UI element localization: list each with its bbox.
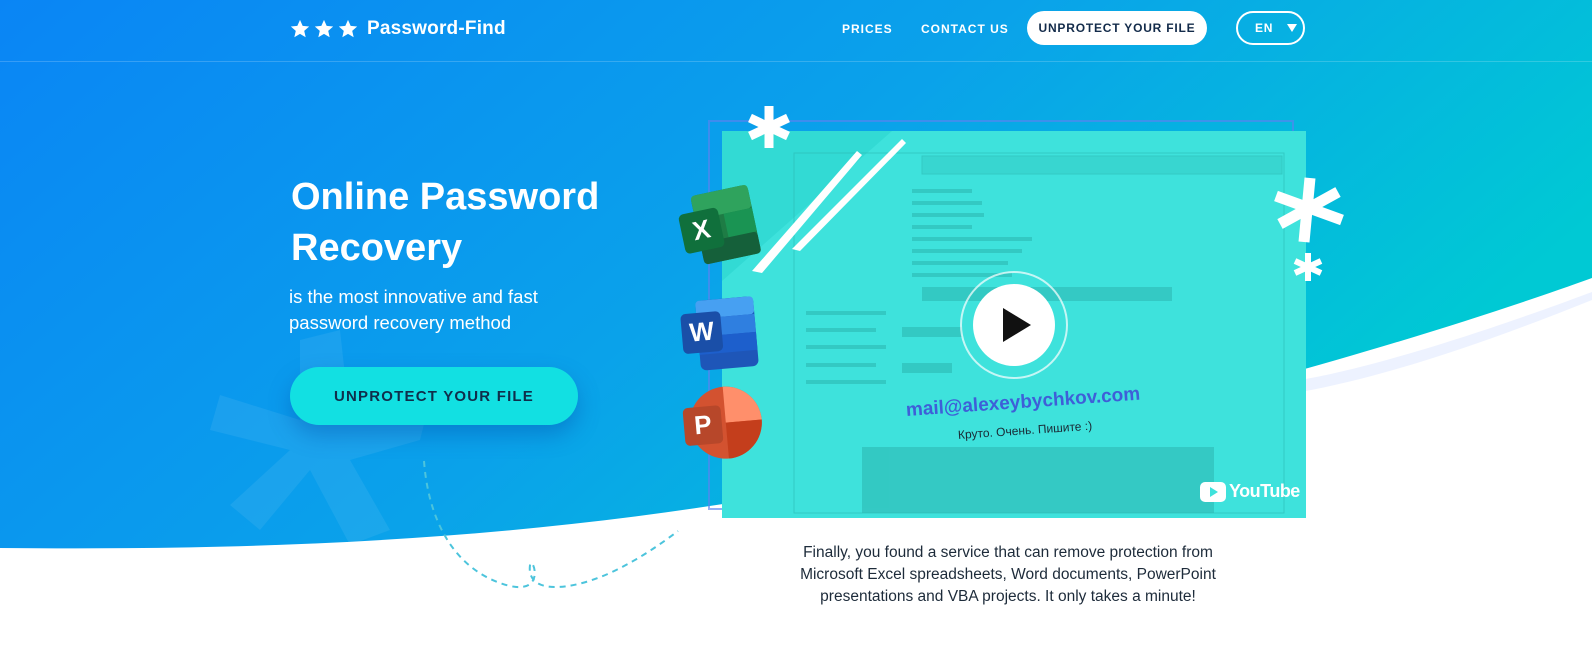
asterisk-decoration <box>1293 253 1323 281</box>
service-tagline: Finally, you found a service that can re… <box>800 544 1216 605</box>
asterisk-decoration <box>748 106 790 148</box>
logo-text: Password-Find <box>367 18 506 39</box>
youtube-label: YouTube <box>1229 481 1300 501</box>
logo-stars <box>289 18 359 40</box>
language-selector[interactable]: EN <box>1236 11 1305 45</box>
excel-icon: X <box>678 185 761 265</box>
site-header: Password-Find PRICES CONTACT US UNPROTEC… <box>0 0 1592 62</box>
nav-prices-link[interactable]: PRICES <box>842 22 893 36</box>
logo[interactable]: Password-Find <box>289 14 506 44</box>
star-icon <box>290 19 310 38</box>
svg-text:W: W <box>688 316 716 348</box>
asterisk-decoration <box>1274 177 1344 243</box>
nav-contact-link[interactable]: CONTACT US <box>921 22 1009 36</box>
play-button[interactable] <box>973 284 1055 366</box>
star-icon <box>314 19 334 38</box>
word-app-icon: W <box>676 293 764 375</box>
youtube-icon <box>1200 481 1226 502</box>
star-icon <box>338 19 358 38</box>
dashed-curve-decoration <box>423 460 679 589</box>
excel-app-icon: X <box>673 183 765 269</box>
hero-unprotect-button[interactable]: UNPROTECT YOUR FILE <box>290 367 578 425</box>
powerpoint-app-icon: P <box>678 385 766 465</box>
header-unprotect-button[interactable]: UNPROTECT YOUR FILE <box>1027 11 1207 45</box>
chevron-down-icon <box>1287 24 1298 32</box>
hero-subtitle: is the most innovative and fast password… <box>289 286 538 333</box>
youtube-logo[interactable]: YouTube <box>1200 481 1300 502</box>
language-label: EN <box>1255 21 1274 35</box>
powerpoint-icon: P <box>682 386 762 459</box>
word-icon: W <box>680 296 759 371</box>
svg-text:P: P <box>693 409 713 440</box>
hero-title: Online Password Recovery <box>291 176 600 269</box>
play-icon <box>1003 308 1031 342</box>
